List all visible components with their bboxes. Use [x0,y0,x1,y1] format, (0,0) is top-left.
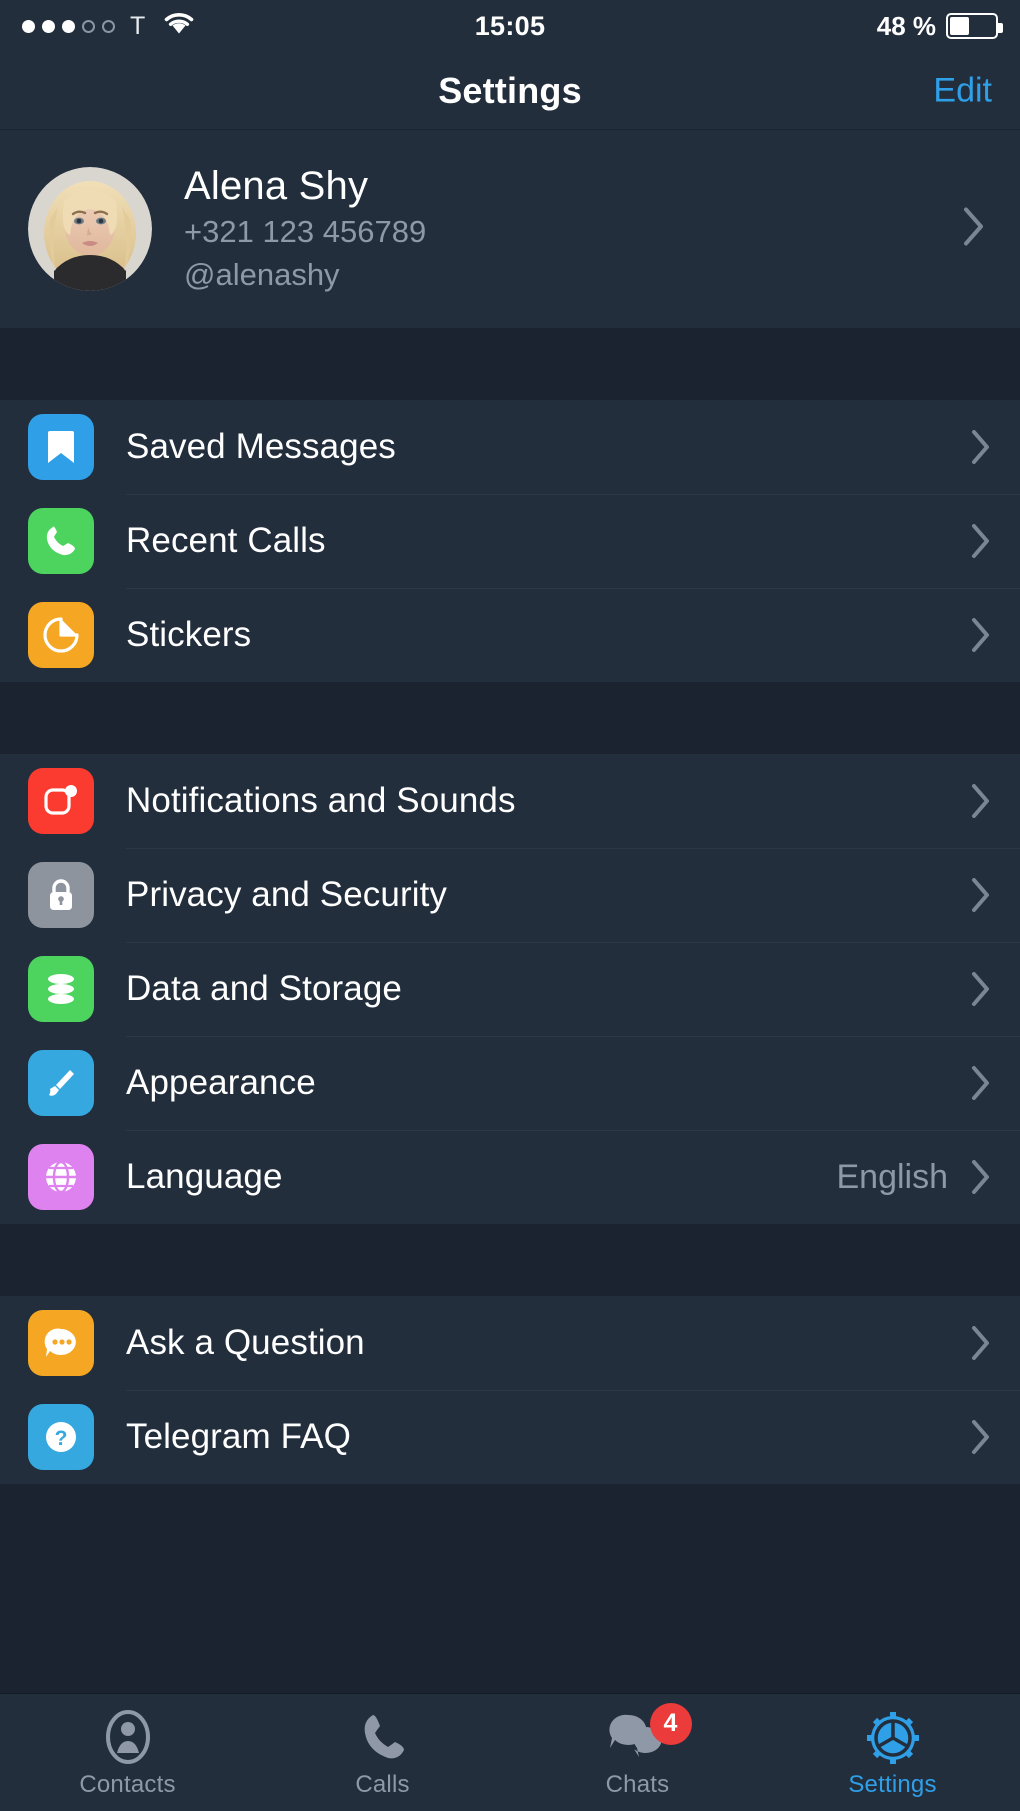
section-gap [0,682,1020,754]
profile-username: @alenashy [184,256,340,292]
edit-button[interactable]: Edit [933,71,992,110]
row-label: Privacy and Security [126,875,448,914]
status-bar-left: T [22,10,196,43]
page-title: Settings [438,69,582,111]
tab-bar: Contacts Calls 4 Chats Settings [0,1693,1020,1811]
settings-row-saved-messages[interactable]: Saved Messages [0,400,1020,494]
tab-chats[interactable]: 4 Chats [510,1694,765,1811]
settings-row-telegram-faq[interactable]: ? Telegram FAQ [0,1390,1020,1484]
settings-row-recent-calls[interactable]: Recent Calls [0,494,1020,588]
section-gap [0,328,1020,400]
tab-label: Chats [605,1770,670,1798]
row-label: Stickers [126,615,252,654]
signal-dot-filled [42,19,55,33]
settings-group-1: Saved Messages Recent Calls Stickers [0,400,1020,682]
status-bar: T 15:05 48 % [0,0,1020,52]
tab-label: Calls [355,1770,410,1798]
notification-icon [28,768,94,834]
profile-name: Alena Shy [184,164,369,209]
chat-bubble-icon [28,1310,94,1376]
question-mark-icon: ? [28,1404,94,1470]
user-avatar-photo [28,167,152,291]
sticker-icon [28,602,94,668]
gear-icon [866,1707,920,1765]
row-value-language: English [836,1157,948,1196]
battery-icon [946,13,1003,39]
settings-row-data-storage[interactable]: Data and Storage [0,942,1020,1036]
profile-row[interactable]: Alena Shy +321 123 456789 @alenashy [0,130,1020,328]
signal-dot-empty [102,19,115,33]
settings-group-2: Notifications and Sounds Privacy and Sec… [0,754,1020,1224]
phone-icon [28,508,94,574]
chevron-right-icon [970,970,992,1008]
settings-row-notifications[interactable]: Notifications and Sounds [0,754,1020,848]
row-label: Language [126,1157,283,1196]
tab-calls[interactable]: Calls [255,1694,510,1811]
settings-group-3: Ask a Question ? Telegram FAQ [0,1296,1020,1484]
signal-strength-icon [22,19,115,33]
carrier-label: T [130,11,146,40]
settings-row-language[interactable]: Language English [0,1130,1020,1224]
tab-contacts[interactable]: Contacts [0,1694,255,1811]
signal-dot-filled [62,19,75,33]
svg-text:?: ? [55,1427,68,1450]
battery-percent-label: 48 % [876,10,936,41]
contacts-icon [102,1707,154,1765]
row-label: Data and Storage [126,969,402,1008]
settings-list[interactable]: Alena Shy +321 123 456789 @alenashy Save… [0,130,1020,1693]
settings-row-appearance[interactable]: Appearance [0,1036,1020,1130]
database-icon [28,956,94,1022]
tab-label: Settings [848,1770,937,1798]
chevron-right-icon [970,876,992,914]
wifi-icon [162,10,196,43]
row-label: Ask a Question [126,1323,365,1362]
lock-icon [28,862,94,928]
bookmark-icon [28,414,94,480]
chevron-right-icon [962,206,986,253]
row-label: Saved Messages [126,427,396,466]
settings-row-ask-question[interactable]: Ask a Question [0,1296,1020,1390]
status-bar-right: 48 % [876,10,1003,42]
chevron-right-icon [970,1418,992,1456]
avatar[interactable] [28,167,152,291]
profile-phone: +321 123 456789 [184,214,427,250]
row-label: Appearance [126,1063,316,1102]
chevron-right-icon [970,616,992,654]
chevron-right-icon [970,782,992,820]
signal-dot-empty [82,19,95,33]
chevron-right-icon [970,428,992,466]
profile-text: Alena Shy +321 123 456789 @alenashy [184,163,426,295]
navigation-bar: Settings Edit [0,52,1020,130]
chats-unread-badge: 4 [649,1702,692,1745]
settings-row-privacy[interactable]: Privacy and Security [0,848,1020,942]
row-label: Telegram FAQ [126,1417,351,1456]
chevron-right-icon [970,522,992,560]
chats-icon: 4 [608,1702,692,1765]
paintbrush-icon [28,1050,94,1116]
chevron-right-icon [970,1158,992,1196]
settings-row-stickers[interactable]: Stickers [0,588,1020,682]
tab-label: Contacts [79,1770,176,1798]
section-gap [0,1224,1020,1296]
signal-dot-filled [22,19,35,33]
settings-screen: T 15:05 48 % Settings Edit Alena Shy +32… [0,0,1020,1811]
chevron-right-icon [970,1324,992,1362]
chevron-right-icon [970,1064,992,1102]
phone-icon [359,1707,407,1765]
row-label: Recent Calls [126,521,326,560]
globe-icon [28,1144,94,1210]
tab-settings[interactable]: Settings [765,1694,1020,1811]
row-label: Notifications and Sounds [126,781,516,820]
